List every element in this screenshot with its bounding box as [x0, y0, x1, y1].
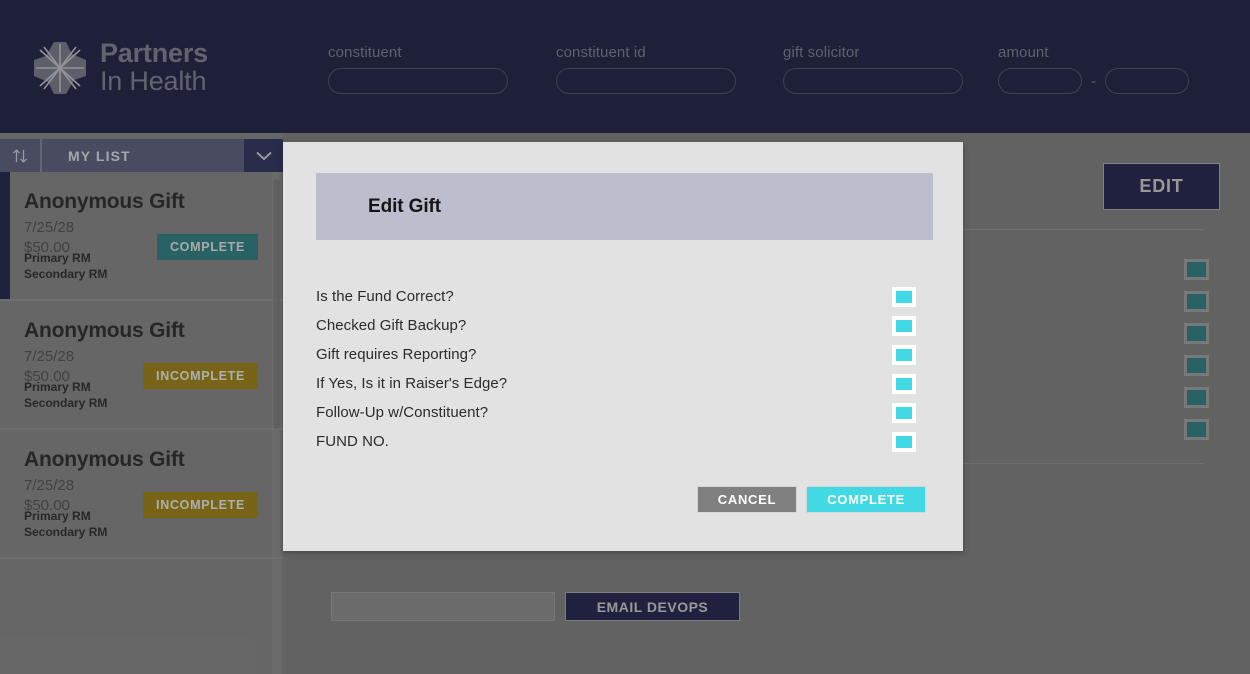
- sidebar-toolbar: MY LIST: [0, 139, 283, 172]
- question-row: Follow-Up w/Constituent?: [316, 398, 933, 427]
- status-badge[interactable]: INCOMPLETE: [143, 363, 258, 389]
- secondary-rm-label: Secondary RM: [24, 267, 108, 282]
- modal-question-list: Is the Fund Correct? Checked Gift Backup…: [316, 282, 933, 456]
- primary-rm-label: Primary RM: [24, 379, 91, 394]
- filter-amount-label: amount: [998, 44, 1049, 61]
- app-header: Partners In Health constituent constitue…: [0, 0, 1250, 133]
- question-label: FUND NO.: [316, 433, 389, 450]
- secondary-rm-label: Secondary RM: [24, 396, 108, 411]
- gift-card-list: Anonymous Gift 7/25/28 $50.00 COMPLETE P…: [0, 172, 283, 674]
- question-row: Is the Fund Correct?: [316, 282, 933, 311]
- gift-card[interactable]: Anonymous Gift 7/25/28 $50.00 INCOMPLETE…: [0, 301, 283, 430]
- modal-footer: CANCEL COMPLETE: [696, 486, 926, 513]
- secondary-rm-label: Secondary RM: [24, 525, 108, 540]
- filter-constituent-label: constituent: [328, 44, 402, 61]
- question-checkbox[interactable]: [892, 402, 916, 423]
- filter-constituent-id-label: constituent id: [556, 44, 646, 61]
- gift-title: Anonymous Gift: [24, 319, 185, 342]
- complete-button[interactable]: COMPLETE: [806, 486, 926, 513]
- gift-title: Anonymous Gift: [24, 190, 185, 213]
- filter-gift-solicitor-label: gift solicitor: [783, 44, 860, 61]
- question-label: If Yes, Is it in Raiser's Edge?: [316, 375, 508, 392]
- question-row: FUND NO.: [316, 427, 933, 456]
- edit-gift-modal: Edit Gift Is the Fund Correct? Checked G…: [283, 142, 963, 551]
- main-checkbox[interactable]: [1184, 419, 1209, 440]
- question-label: Checked Gift Backup?: [316, 317, 467, 334]
- devops-form-row: EMAIL DEVOPS: [331, 592, 740, 621]
- gift-rm-block: Primary RM Secondary RM: [24, 508, 107, 541]
- main-checkbox[interactable]: [1184, 259, 1209, 280]
- question-label: Is the Fund Correct?: [316, 288, 454, 305]
- cancel-button[interactable]: CANCEL: [696, 486, 798, 513]
- primary-rm-label: Primary RM: [24, 250, 91, 265]
- question-label: Gift requires Reporting?: [316, 346, 477, 363]
- modal-titlebar: Edit Gift: [316, 173, 933, 240]
- chevron-down-icon[interactable]: [244, 139, 283, 172]
- question-row: Checked Gift Backup?: [316, 311, 933, 340]
- question-row: Gift requires Reporting?: [316, 340, 933, 369]
- main-checkbox-column: [1184, 259, 1209, 440]
- question-row: If Yes, Is it in Raiser's Edge?: [316, 369, 933, 398]
- question-label: Follow-Up w/Constituent?: [316, 404, 489, 421]
- app-root: Partners In Health constituent constitue…: [0, 0, 1250, 674]
- sort-updown-icon[interactable]: [0, 139, 42, 172]
- amount-max-input[interactable]: [1105, 68, 1189, 94]
- status-badge[interactable]: INCOMPLETE: [143, 492, 258, 518]
- filter-amount: amount -: [998, 44, 1189, 94]
- edit-button[interactable]: EDIT: [1103, 163, 1220, 210]
- filter-constituent: constituent: [328, 44, 508, 94]
- question-checkbox[interactable]: [892, 373, 916, 394]
- main-checkbox[interactable]: [1184, 291, 1209, 312]
- amount-min-input[interactable]: [998, 68, 1082, 94]
- gift-card[interactable]: Anonymous Gift 7/25/28 $50.00 COMPLETE P…: [0, 172, 283, 301]
- brand-logo: Partners In Health: [34, 40, 208, 95]
- question-checkbox[interactable]: [892, 344, 916, 365]
- constituent-input[interactable]: [328, 68, 508, 94]
- brand-name-line2: In Health: [100, 66, 207, 96]
- sidebar-scrollbar-thumb[interactable]: [273, 179, 280, 429]
- amount-range-separator: -: [1091, 72, 1096, 90]
- gift-rm-block: Primary RM Secondary RM: [24, 250, 107, 283]
- main-checkbox[interactable]: [1184, 355, 1209, 376]
- brand-name-line1: Partners: [100, 38, 208, 68]
- gift-card[interactable]: Anonymous Gift 7/25/28 $50.00 INCOMPLETE…: [0, 430, 283, 559]
- main-checkbox[interactable]: [1184, 387, 1209, 408]
- filter-constituent-id: constituent id: [556, 44, 736, 94]
- gift-solicitor-input[interactable]: [783, 68, 963, 94]
- main-checkbox[interactable]: [1184, 323, 1209, 344]
- status-badge[interactable]: COMPLETE: [156, 234, 258, 260]
- gift-list-sidebar: MY LIST Anonymous Gift 7/25/28 $50.00 CO…: [0, 133, 283, 674]
- modal-title: Edit Gift: [368, 195, 441, 217]
- question-checkbox[interactable]: [892, 431, 916, 452]
- pinwheel-logo-icon: [34, 41, 86, 94]
- filter-gift-solicitor: gift solicitor: [783, 44, 963, 94]
- primary-rm-label: Primary RM: [24, 508, 91, 523]
- question-checkbox[interactable]: [892, 315, 916, 336]
- constituent-id-input[interactable]: [556, 68, 736, 94]
- email-devops-button[interactable]: EMAIL DEVOPS: [565, 592, 740, 621]
- gift-title: Anonymous Gift: [24, 448, 185, 471]
- my-list-button[interactable]: MY LIST: [42, 139, 244, 172]
- devops-message-input[interactable]: [331, 592, 555, 621]
- gift-rm-block: Primary RM Secondary RM: [24, 379, 107, 412]
- question-checkbox[interactable]: [892, 286, 916, 307]
